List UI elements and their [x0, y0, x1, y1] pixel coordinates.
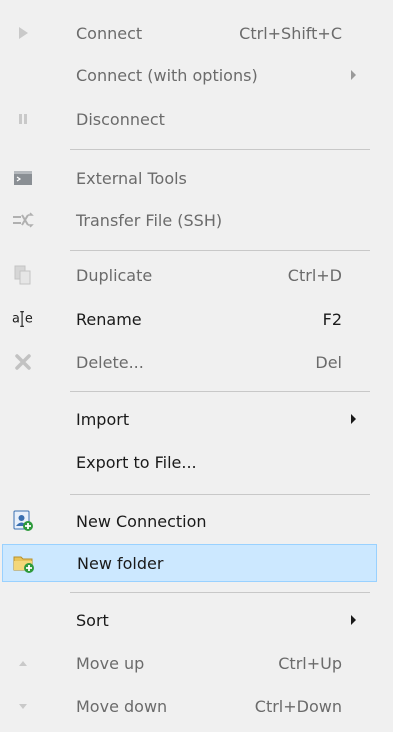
- menu-item-connect-with-options[interactable]: Connect (with options): [0, 56, 378, 94]
- context-menu: Connect Ctrl+Shift+C Connect (with optio…: [0, 0, 393, 732]
- menu-item-label: Transfer File (SSH): [76, 210, 223, 230]
- menu-item-import[interactable]: Import: [0, 400, 378, 438]
- menu-separator: [70, 592, 370, 593]
- menu-item-shortcut: Ctrl+Shift+C: [239, 23, 342, 43]
- submenu-arrow-icon: [351, 615, 356, 625]
- menu-item-label: Connect: [76, 23, 143, 43]
- svg-text:e: e: [25, 312, 33, 327]
- menu-item-duplicate[interactable]: Duplicate Ctrl+D: [0, 256, 378, 294]
- svg-text:a: a: [12, 312, 20, 327]
- menu-item-label: Move up: [76, 653, 145, 673]
- menu-item-shortcut: Ctrl+Down: [254, 696, 342, 716]
- menu-item-label: Rename: [76, 309, 142, 329]
- menu-item-shortcut: Ctrl+Up: [278, 653, 342, 673]
- new-folder-icon: [13, 552, 35, 574]
- menu-item-delete[interactable]: Delete... Del: [0, 343, 378, 381]
- menu-item-label: Export to File...: [76, 452, 197, 472]
- terminal-icon: [12, 167, 34, 189]
- menu-item-export-to-file[interactable]: Export to File...: [0, 443, 378, 481]
- menu-item-label: Move down: [76, 696, 168, 716]
- transfer-icon: [12, 209, 34, 231]
- new-connection-icon: [12, 510, 34, 532]
- duplicate-icon: [12, 264, 34, 286]
- menu-item-connect[interactable]: Connect Ctrl+Shift+C: [0, 14, 378, 52]
- menu-items: Connect Ctrl+Shift+C Connect (with optio…: [0, 0, 380, 732]
- submenu-arrow-icon: [351, 70, 356, 80]
- delete-icon: [12, 351, 34, 373]
- menu-item-label: Disconnect: [76, 109, 165, 129]
- menu-item-label: Delete...: [76, 352, 144, 372]
- menu-item-external-tools[interactable]: External Tools: [0, 159, 378, 197]
- menu-item-shortcut: F2: [322, 309, 342, 329]
- menu-item-sort[interactable]: Sort: [0, 601, 378, 639]
- play-icon: [12, 22, 34, 44]
- menu-item-move-down[interactable]: Move down Ctrl+Down: [0, 687, 378, 725]
- menu-separator: [70, 250, 370, 251]
- menu-item-move-up[interactable]: Move up Ctrl+Up: [0, 644, 378, 682]
- menu-item-disconnect[interactable]: Disconnect: [0, 100, 378, 138]
- up-icon: [12, 652, 34, 674]
- menu-item-label: Sort: [76, 610, 109, 630]
- menu-item-label: Import: [76, 409, 130, 429]
- menu-item-shortcut: Ctrl+D: [287, 265, 342, 285]
- menu-item-new-connection[interactable]: New Connection: [0, 502, 378, 540]
- submenu-arrow-icon: [351, 414, 356, 424]
- menu-separator: [70, 494, 370, 495]
- menu-item-rename[interactable]: a e Rename F2: [0, 300, 378, 338]
- menu-item-label: External Tools: [76, 168, 187, 188]
- menu-item-label: New folder: [77, 553, 164, 573]
- rename-icon: a e: [12, 308, 34, 330]
- menu-separator: [70, 149, 370, 150]
- menu-item-label: Duplicate: [76, 265, 153, 285]
- pause-icon: [12, 108, 34, 130]
- menu-item-transfer-file[interactable]: Transfer File (SSH): [0, 201, 378, 239]
- menu-separator: [70, 391, 370, 392]
- menu-item-new-folder[interactable]: New folder: [2, 544, 377, 582]
- menu-item-label: Connect (with options): [76, 65, 258, 85]
- down-icon: [12, 695, 34, 717]
- menu-item-label: New Connection: [76, 511, 207, 531]
- menu-item-shortcut: Del: [315, 352, 342, 372]
